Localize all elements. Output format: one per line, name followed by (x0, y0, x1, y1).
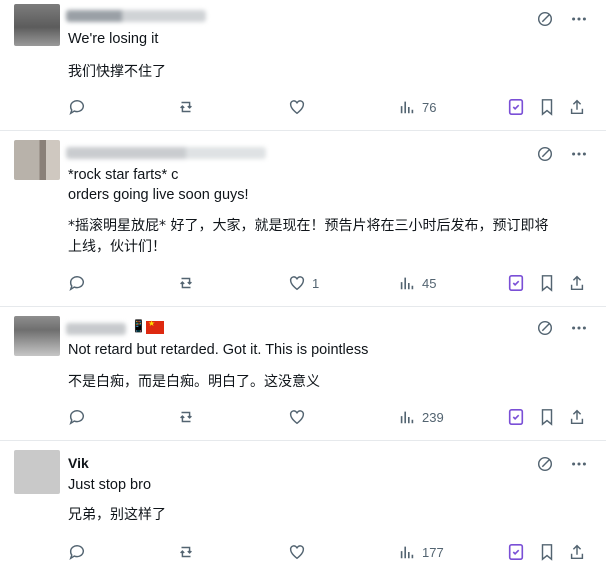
edit-icon[interactable] (536, 319, 554, 337)
share-icon[interactable] (568, 408, 586, 426)
action-bar: 76 (0, 98, 606, 118)
share-icon[interactable] (568, 98, 586, 116)
repost-button[interactable] (177, 408, 201, 426)
repost-button[interactable] (177, 98, 201, 116)
bookmark-icon[interactable] (538, 543, 556, 561)
repost-icon (180, 277, 192, 289)
action-bar: 239 (0, 408, 606, 428)
share-icon[interactable] (568, 274, 586, 292)
translation-text: *摇滚明星放屁* 好了，大家，就是现在！预告片将在三小时后发布，预订即将 (68, 218, 549, 234)
views-icon (400, 101, 414, 114)
avatar[interactable] (14, 450, 60, 494)
like-button[interactable]: 1 (288, 274, 319, 292)
share-icon[interactable] (568, 543, 586, 561)
views-count: 239 (422, 409, 444, 425)
translation-text: 上线，伙计们！ (68, 239, 166, 255)
grok-icon[interactable] (507, 274, 525, 292)
views-icon (400, 277, 414, 290)
translation-text: 不是白痴，而是白痴。明白了。这没意义 (68, 374, 320, 390)
bookmark-icon[interactable] (538, 408, 556, 426)
blurred-username (66, 147, 266, 159)
grok-icon[interactable] (507, 543, 525, 561)
like-icon (289, 276, 305, 291)
more-icon[interactable] (570, 455, 588, 473)
views-icon (400, 546, 414, 559)
post-text: Just stop bro (68, 477, 152, 493)
repost-icon (180, 411, 192, 423)
views-button[interactable]: 239 (398, 408, 444, 426)
post-text: orders going live soon guys! (68, 187, 249, 203)
avatar[interactable] (14, 316, 60, 356)
like-button[interactable] (288, 408, 312, 426)
translation-text: 兄弟，别这样了 (68, 507, 166, 523)
flag-icon (146, 319, 164, 334)
views-count: 177 (422, 544, 444, 560)
reply-icon (69, 100, 84, 115)
phone-icon: 📱 (131, 319, 146, 333)
edit-icon[interactable] (536, 145, 554, 163)
post-text: Not retard but retarded. Got it. This is… (68, 342, 369, 358)
views-button[interactable]: 177 (398, 543, 444, 561)
bookmark-icon[interactable] (538, 274, 556, 292)
views-button[interactable]: 45 (398, 274, 436, 292)
reply-icon (69, 276, 84, 291)
reply-button[interactable] (68, 98, 92, 116)
views-icon (400, 411, 414, 424)
like-button[interactable] (288, 98, 312, 116)
views-count: 45 (422, 275, 437, 291)
like-icon (289, 100, 305, 115)
post-text: *rock star farts* c (68, 167, 179, 183)
grok-icon[interactable] (507, 408, 525, 426)
like-icon (289, 545, 305, 560)
reply-button[interactable] (68, 408, 92, 426)
action-bar: 1 45 (0, 274, 606, 294)
views-count: 76 (422, 99, 437, 115)
username[interactable]: Vik (68, 455, 89, 471)
reply-icon (69, 545, 84, 560)
reply-button[interactable] (68, 274, 92, 292)
edit-icon[interactable] (536, 10, 554, 28)
bookmark-icon[interactable] (538, 98, 556, 116)
reply-icon (69, 410, 84, 425)
like-button[interactable] (288, 543, 312, 561)
avatar[interactable] (14, 4, 60, 46)
more-icon[interactable] (570, 10, 588, 28)
grok-icon[interactable] (507, 98, 525, 116)
repost-icon (180, 546, 192, 558)
repost-icon (180, 101, 192, 113)
repost-button[interactable] (177, 274, 201, 292)
like-count: 1 (312, 275, 320, 291)
more-icon[interactable] (570, 145, 588, 163)
repost-button[interactable] (177, 543, 201, 561)
more-icon[interactable] (570, 319, 588, 337)
edit-icon[interactable] (536, 455, 554, 473)
translation-text: 我们快撑不住了 (68, 64, 166, 80)
post-text: We're losing it (68, 31, 159, 47)
reply-button[interactable] (68, 543, 92, 561)
blurred-username (66, 323, 126, 335)
like-icon (289, 410, 305, 425)
views-button[interactable]: 76 (398, 98, 436, 116)
avatar[interactable] (14, 140, 60, 180)
action-bar: 177 (0, 543, 606, 563)
blurred-username (66, 10, 206, 22)
